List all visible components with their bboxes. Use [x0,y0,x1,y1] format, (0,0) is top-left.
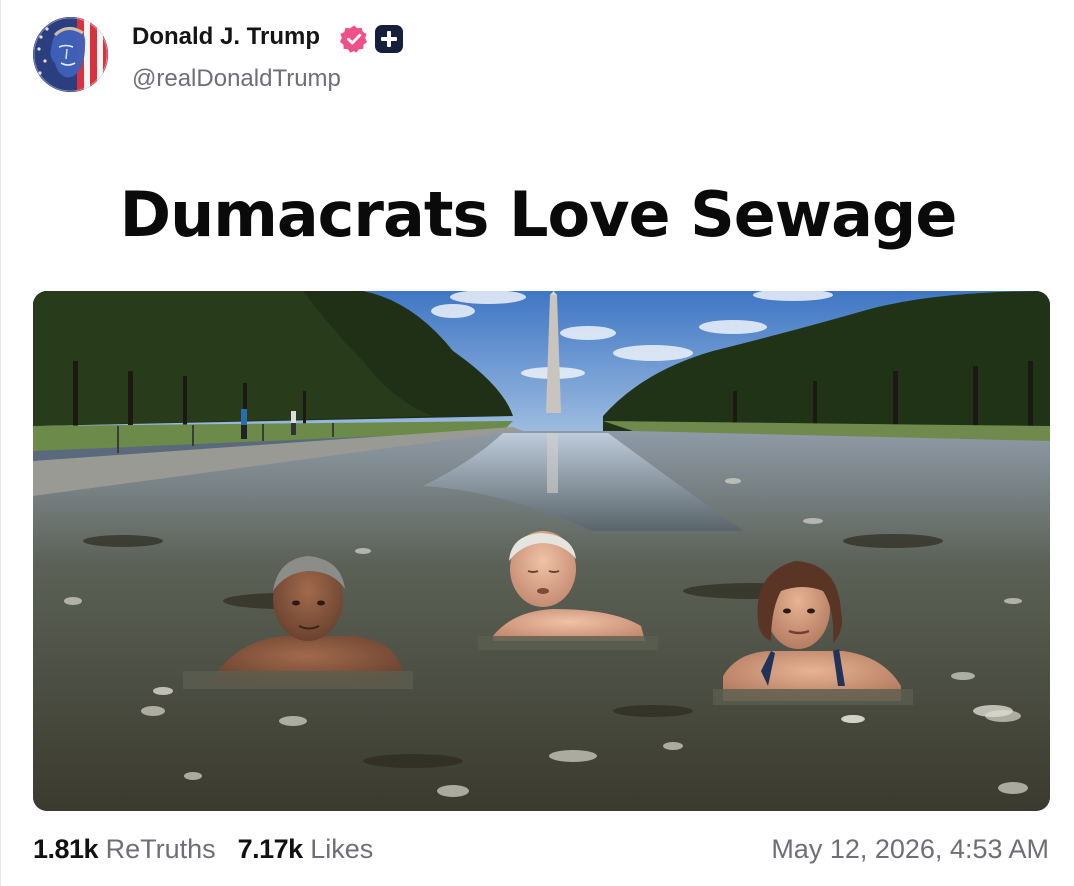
likes-label[interactable]: Likes [310,834,373,864]
flag-portrait-avatar-icon [33,17,108,92]
post-image[interactable] [33,291,1050,811]
truth-post: Donald J. Trump @realDonaldTrump Dumacra… [0,0,1074,886]
likes-count[interactable]: 7.17k [238,834,304,864]
retruths-label[interactable]: ReTruths [106,834,216,864]
plus-badge-icon [375,25,403,53]
post-timestamp[interactable]: May 12, 2026, 4:53 AM [771,832,1049,866]
reflecting-pool-photo [33,291,1050,811]
retruths-count[interactable]: 1.81k [33,834,99,864]
post-caption: Dumacrats Love Sewage [119,178,958,251]
author-handle[interactable]: @realDonaldTrump [132,64,341,94]
author-display-name[interactable]: Donald J. Trump [132,22,320,52]
post-stats: 1.81k ReTruths 7.17k Likes [33,832,373,866]
verified-badge-icon [340,25,367,53]
author-avatar[interactable] [33,17,108,92]
